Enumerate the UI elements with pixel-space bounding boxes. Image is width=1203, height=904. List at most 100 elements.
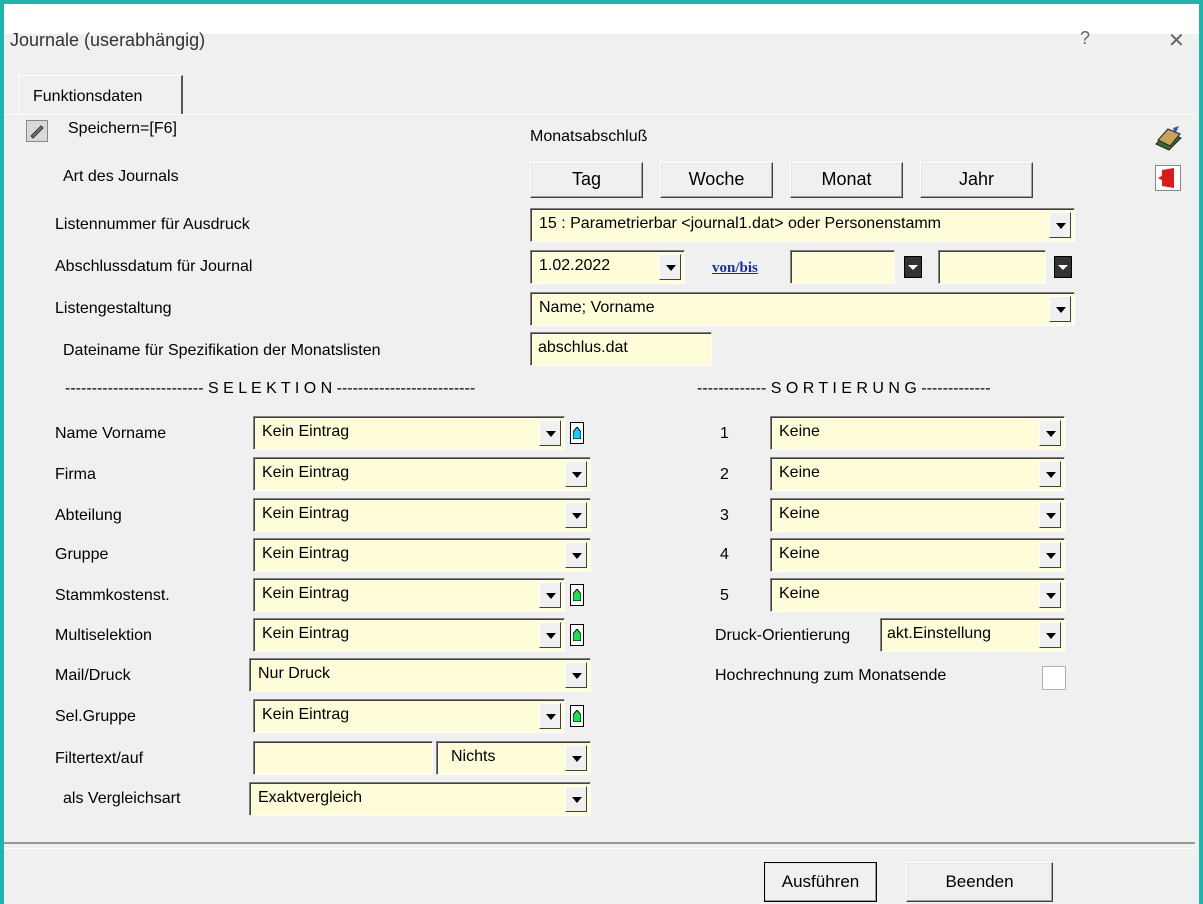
- date-from-field[interactable]: [790, 250, 895, 284]
- selektion-select[interactable]: Kein Eintrag: [253, 578, 565, 612]
- listennummer-label: Listennummer für Ausdruck: [55, 216, 250, 233]
- selektion-select[interactable]: Kein Eintrag: [253, 457, 591, 491]
- close-button[interactable]: ✕: [1168, 28, 1185, 53]
- chevron-down-icon[interactable]: [1039, 502, 1061, 528]
- listengestaltung-select[interactable]: Name; Vorname: [530, 292, 1075, 326]
- sort-select[interactable]: Keine: [770, 538, 1065, 572]
- selektion-value: Kein Eintrag: [262, 625, 350, 642]
- chevron-down-icon[interactable]: [659, 254, 681, 280]
- chevron-down-icon[interactable]: [1039, 542, 1061, 568]
- chevron-down-icon[interactable]: [539, 582, 561, 608]
- chevron-down-icon[interactable]: [565, 662, 587, 688]
- jahr-button[interactable]: Jahr: [920, 162, 1033, 198]
- chevron-down-icon[interactable]: [1039, 622, 1061, 648]
- vergleich-label: als Vergleichsart: [63, 790, 181, 807]
- monat-button[interactable]: Monat: [790, 162, 903, 198]
- abschlussdatum-value: 1.02.2022: [539, 257, 611, 274]
- woche-button[interactable]: Woche: [660, 162, 773, 198]
- chevron-down-icon[interactable]: [565, 745, 587, 771]
- sort-number: 2: [720, 466, 729, 483]
- sort-select[interactable]: Keine: [770, 416, 1065, 450]
- selektion-select[interactable]: Kein Eintrag: [253, 618, 565, 652]
- book-icon[interactable]: [1153, 124, 1183, 156]
- lookup-icon[interactable]: [570, 422, 584, 444]
- filter-text-field[interactable]: [253, 741, 433, 775]
- vergleich-select[interactable]: Exaktvergleich: [249, 782, 591, 816]
- chevron-down-icon[interactable]: [565, 502, 587, 528]
- selektion-select[interactable]: Kein Eintrag: [253, 538, 591, 572]
- von-bis-link[interactable]: von/bis: [712, 260, 758, 277]
- selektion-label: Gruppe: [55, 546, 109, 563]
- beenden-button[interactable]: Beenden: [906, 862, 1053, 902]
- abschlussdatum-select[interactable]: 1.02.2022: [530, 250, 685, 284]
- date-to-dropdown-icon[interactable]: [1054, 256, 1072, 278]
- sort-number: 1: [720, 425, 729, 442]
- art-label: Art des Journals: [63, 168, 179, 185]
- sort-value: Keine: [779, 423, 820, 440]
- chevron-down-icon[interactable]: [1039, 582, 1061, 608]
- help-button[interactable]: ?: [1080, 28, 1090, 49]
- lookup-icon[interactable]: [570, 624, 584, 646]
- selektion-select[interactable]: Kein Eintrag: [253, 498, 591, 532]
- hochrechnung-label: Hochrechnung zum Monatsende: [715, 667, 947, 684]
- tag-button[interactable]: Tag: [530, 162, 643, 198]
- chevron-down-icon[interactable]: [1049, 296, 1071, 322]
- listennummer-select[interactable]: 15 : Parametrierbar <journal1.dat> oder …: [530, 208, 1075, 242]
- tab-label: Funktionsdaten: [33, 88, 143, 105]
- chevron-down-icon[interactable]: [1039, 461, 1061, 487]
- selektion-label: Firma: [55, 466, 96, 483]
- save-label: Speichern=[F6]: [68, 120, 177, 137]
- selektion-select[interactable]: Kein Eintrag: [253, 416, 565, 450]
- selektion-label: Sel.Gruppe: [55, 708, 136, 725]
- selektion-label: Abteilung: [55, 507, 122, 524]
- filter-select[interactable]: Nichts: [436, 741, 591, 775]
- sort-value: Keine: [779, 545, 820, 562]
- chevron-down-icon[interactable]: [1039, 420, 1061, 446]
- druck-orientierung-select[interactable]: akt.Einstellung: [880, 618, 1065, 652]
- selektion-select[interactable]: Kein Eintrag: [253, 699, 565, 733]
- selektion-value: Kein Eintrag: [262, 706, 350, 723]
- window-title: Journale (userabhängig): [10, 30, 206, 50]
- sort-value: Keine: [779, 505, 820, 522]
- sort-value: Keine: [779, 585, 820, 602]
- listennummer-value: 15 : Parametrierbar <journal1.dat> oder …: [539, 215, 941, 232]
- listengestaltung-value: Name; Vorname: [539, 299, 655, 316]
- selektion-label: Name Vorname: [55, 425, 167, 442]
- dateiname-field[interactable]: abschlus.dat: [530, 332, 712, 366]
- chevron-down-icon[interactable]: [539, 420, 561, 446]
- filter-label: Filtertext/auf: [55, 750, 144, 767]
- selektion-value: Kein Eintrag: [262, 505, 350, 522]
- date-to-field[interactable]: [938, 250, 1046, 284]
- selektion-label: Mail/Druck: [55, 667, 131, 684]
- sort-select[interactable]: Keine: [770, 498, 1065, 532]
- chevron-down-icon[interactable]: [539, 622, 561, 648]
- selektion-label: Stammkostenst.: [55, 587, 170, 604]
- vergleich-value: Exaktvergleich: [258, 789, 363, 806]
- tab-funktionsdaten[interactable]: Funktionsdaten: [18, 75, 183, 115]
- chevron-down-icon[interactable]: [539, 703, 561, 729]
- selektion-select[interactable]: Nur Druck: [249, 658, 591, 692]
- chevron-down-icon[interactable]: [565, 461, 587, 487]
- abschlussdatum-label: Abschlussdatum für Journal: [55, 258, 253, 275]
- save-icon[interactable]: [26, 120, 48, 142]
- selektion-value: Kein Eintrag: [262, 545, 350, 562]
- sort-select[interactable]: Keine: [770, 457, 1065, 491]
- lookup-icon[interactable]: [570, 584, 584, 606]
- ausfuehren-button[interactable]: Ausführen: [764, 862, 877, 902]
- lookup-icon[interactable]: [570, 705, 584, 727]
- druck-orientierung-value: akt.Einstellung: [887, 625, 992, 642]
- sort-select[interactable]: Keine: [770, 578, 1065, 612]
- date-from-dropdown-icon[interactable]: [904, 256, 922, 278]
- selektion-label: Multiselektion: [55, 627, 152, 644]
- druck-orientierung-label: Druck-Orientierung: [715, 627, 851, 644]
- selektion-value: Kein Eintrag: [262, 464, 350, 481]
- sort-number: 3: [720, 507, 729, 524]
- chevron-down-icon[interactable]: [565, 786, 587, 812]
- exit-icon[interactable]: [1155, 165, 1181, 191]
- chevron-down-icon[interactable]: [1049, 212, 1071, 238]
- selektion-value: Nur Druck: [258, 665, 331, 682]
- chevron-down-icon[interactable]: [565, 542, 587, 568]
- selektion-value: Kein Eintrag: [262, 585, 350, 602]
- selektion-value: Kein Eintrag: [262, 423, 350, 440]
- hochrechnung-checkbox[interactable]: [1042, 666, 1066, 690]
